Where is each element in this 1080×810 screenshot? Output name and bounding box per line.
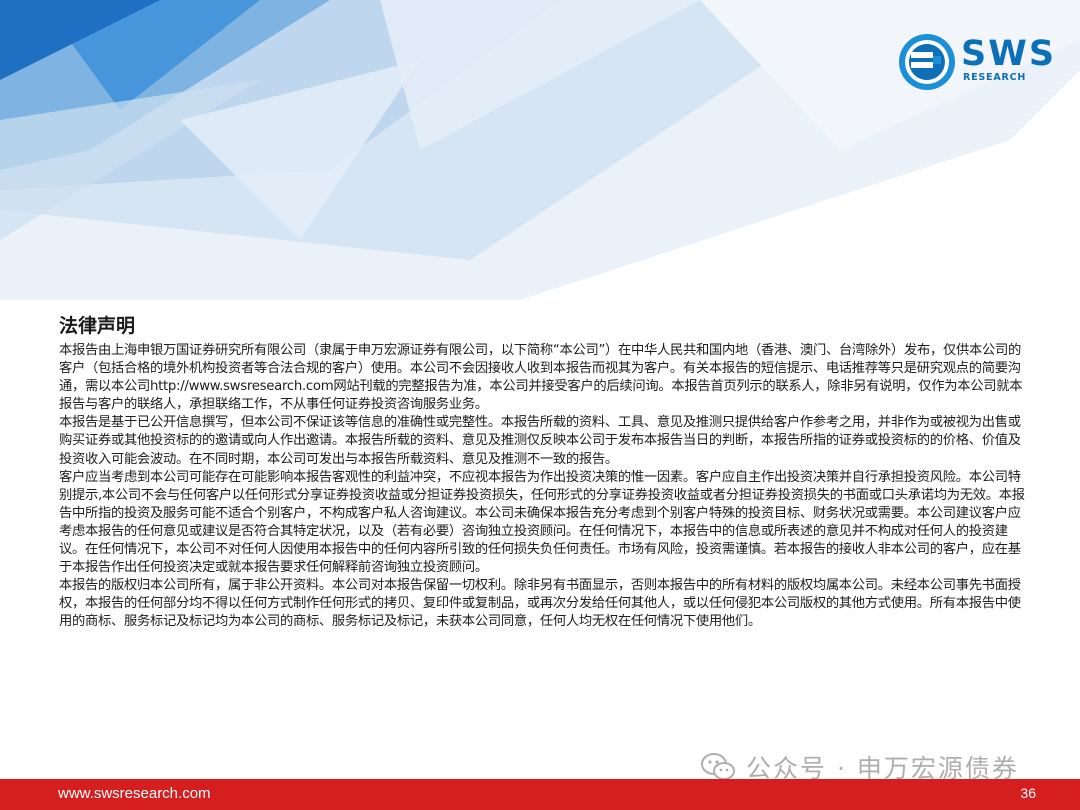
page-number: 36 [1020,785,1036,801]
disclaimer-paragraph: 本报告由上海申银万国证券研究所有限公司（隶属于申万宏源证券有限公司，以下简称“本… [59,343,1023,413]
logo-tagline: RESEARCH [963,72,1027,83]
footer-url-link[interactable]: www.swsresearch.com [58,785,211,802]
sws-logo: SWS RESEARCH [897,30,1057,94]
logo-wordmark: SWS [961,34,1057,74]
document-title: 法律声明 [59,315,136,337]
wechat-icon [701,753,735,780]
disclaimer-paragraph: 本报告是基于已公开信息撰写，但本公司不保证该等信息的准确性或完整性。本报告所载的… [59,415,1021,467]
footer-bar: www.swsresearch.com 36 [0,779,1080,810]
legal-disclaimer-body: 本报告由上海申银万国证券研究所有限公司（隶属于申万宏源证券有限公司，以下简称“本… [59,342,1033,632]
disclaimer-paragraph: 客户应当考虑到本公司可能存在可能影响本报告客观性的利益冲突，不应视本报告为作出投… [59,469,1025,576]
disclaimer-paragraph: 本报告的版权归本公司所有，属于非公开资料。本公司对本报告保留一切权利。除非另有书… [59,578,1021,630]
sws-globe-icon [899,34,955,90]
